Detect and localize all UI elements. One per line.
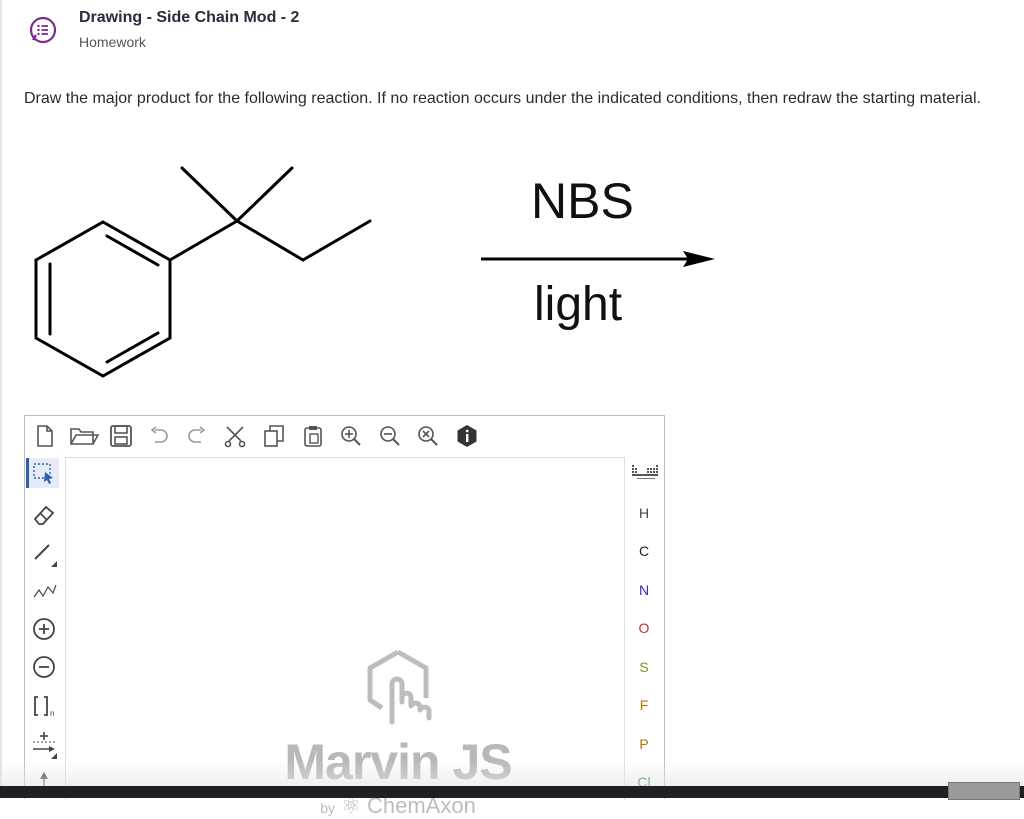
atom-o-button[interactable]: O xyxy=(625,620,663,636)
single-bond-icon[interactable] xyxy=(29,537,59,567)
atom-f-label: F xyxy=(639,697,649,713)
drawing-canvas[interactable]: Marvin JS by ⚛ ChemAxon xyxy=(65,457,625,818)
atom-c-button[interactable]: C xyxy=(625,543,663,559)
redo-icon[interactable] xyxy=(185,424,209,448)
chat-list-icon xyxy=(29,16,57,44)
atom-f-button[interactable]: F xyxy=(625,697,663,713)
zoom-reset-icon[interactable] xyxy=(416,424,440,448)
atom-s-button[interactable]: S xyxy=(625,659,663,675)
reagent-condition: light xyxy=(534,278,623,331)
zoom-in-icon[interactable] xyxy=(339,424,363,448)
marvin-logo-icon xyxy=(367,649,432,725)
atom-s-label: S xyxy=(639,659,649,675)
assignment-title: Drawing - Side Chain Mod - 2 xyxy=(79,9,300,26)
save-icon[interactable] xyxy=(109,424,133,448)
negative-charge-icon[interactable] xyxy=(29,652,59,682)
rectangle-select-icon[interactable] xyxy=(26,458,59,488)
new-document-icon[interactable] xyxy=(33,424,57,448)
reaction-scheme xyxy=(34,166,715,378)
bottom-fade xyxy=(0,760,1024,786)
reaction-arrow-icon[interactable] xyxy=(29,729,59,759)
copy-icon[interactable] xyxy=(262,424,286,448)
question-text: Draw the major product for the following… xyxy=(24,90,981,107)
window-thumbnail[interactable] xyxy=(948,782,1020,800)
cut-icon[interactable] xyxy=(223,424,247,448)
atom-o-label: O xyxy=(638,620,650,636)
chain-icon[interactable] xyxy=(29,575,59,605)
atom-p-label: P xyxy=(639,736,649,752)
eraser-icon[interactable] xyxy=(29,499,59,529)
positive-charge-icon[interactable] xyxy=(29,614,59,644)
editor-top-toolbar xyxy=(25,416,664,456)
atom-h-button[interactable]: H xyxy=(625,505,663,521)
atom-n-label: N xyxy=(638,582,650,598)
reagent-nbs: NBS xyxy=(531,173,634,229)
zoom-out-icon[interactable] xyxy=(378,424,402,448)
bracket-icon[interactable]: n xyxy=(29,691,59,721)
watermark-by: by xyxy=(320,800,335,816)
reaction-arrow xyxy=(481,251,715,267)
atom-p-button[interactable]: P xyxy=(625,736,663,752)
undo-icon[interactable] xyxy=(147,424,171,448)
atom-n-button[interactable]: N xyxy=(625,582,663,598)
atom-c-label: C xyxy=(638,543,650,559)
atom-h-label: H xyxy=(638,505,650,521)
assignment-type: Homework xyxy=(79,34,146,50)
paste-icon[interactable] xyxy=(301,424,325,448)
starting-material-structure xyxy=(34,166,372,378)
bracket-subscript: n xyxy=(50,709,54,718)
info-icon[interactable] xyxy=(455,424,479,448)
taskbar xyxy=(0,786,1024,798)
left-border xyxy=(0,0,2,790)
marvin-editor: n Marvin JS by ⚛ ChemAxon xyxy=(24,415,665,818)
periodic-table-icon[interactable] xyxy=(631,464,659,485)
open-folder-icon[interactable] xyxy=(69,424,100,448)
